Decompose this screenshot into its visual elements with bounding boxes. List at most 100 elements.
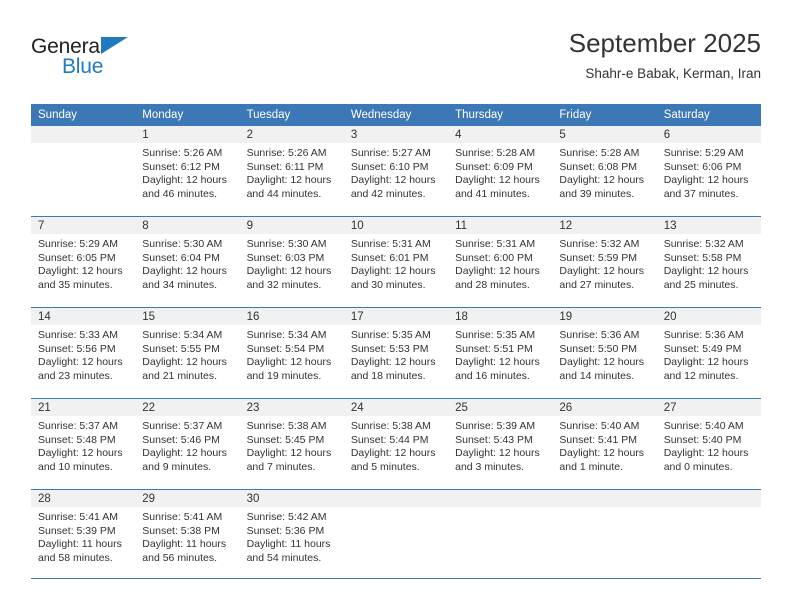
day-cell-inner: 16 Sunrise: 5:34 AM Sunset: 5:54 PM Dayligh… bbox=[239, 308, 344, 398]
day-cell-inner: 29 Sunrise: 5:41 AM Sunset: 5:38 PM Dayligh… bbox=[135, 490, 240, 578]
calendar-day-cell[interactable]: 17 Sunrise: 5:35 AM Sunset: 5:53 PM Dayligh… bbox=[343, 307, 449, 399]
calendar-day-cell[interactable]: 16 Sunrise: 5:34 AM Sunset: 5:54 PM Dayligh… bbox=[239, 307, 344, 399]
calendar-day-cell[interactable]: 20 Sunrise: 5:36 AM Sunset: 5:49 PM Dayligh… bbox=[656, 307, 761, 399]
calendar-day-cell[interactable]: 25 Sunrise: 5:39 AM Sunset: 5:43 PM Dayligh… bbox=[448, 398, 553, 490]
sunrise-text: Sunrise: 5:27 AM bbox=[350, 147, 431, 159]
daylight-text-line2: and 44 minutes. bbox=[246, 187, 322, 200]
sunrise-text: Sunrise: 5:32 AM bbox=[663, 238, 744, 250]
calendar-day-cell[interactable]: 11 Sunrise: 5:31 AM Sunset: 6:00 PM Dayligh… bbox=[448, 216, 553, 308]
calendar-day-cell[interactable]: 24 Sunrise: 5:38 AM Sunset: 5:44 PM Dayligh… bbox=[343, 398, 449, 490]
sunrise-text: Sunrise: 5:30 AM bbox=[246, 238, 327, 250]
calendar-day-cell[interactable]: 19 Sunrise: 5:36 AM Sunset: 5:50 PM Dayligh… bbox=[552, 307, 657, 399]
daylight-text-line1: Daylight: 11 hours bbox=[142, 538, 227, 551]
day-number bbox=[656, 490, 761, 507]
daylight-text-line2: and 0 minutes. bbox=[663, 460, 733, 473]
calendar-day-cell[interactable]: 14 Sunrise: 5:33 AM Sunset: 5:56 PM Dayligh… bbox=[31, 307, 136, 399]
day-cell-inner bbox=[552, 490, 657, 578]
calendar-day-cell[interactable]: 23 Sunrise: 5:38 AM Sunset: 5:45 PM Dayligh… bbox=[239, 398, 344, 490]
calendar-day-cell[interactable]: 30 Sunrise: 5:42 AM Sunset: 5:36 PM Dayligh… bbox=[239, 489, 344, 579]
day-number: 22 bbox=[135, 399, 240, 416]
calendar-day-cell bbox=[656, 489, 761, 579]
weekday-header-tuesday: Tuesday bbox=[239, 104, 344, 126]
day-details: Sunrise: 5:36 AM Sunset: 5:49 PM Daylight:… bbox=[657, 325, 761, 383]
daylight-text-line1: Daylight: 12 hours bbox=[663, 174, 749, 187]
calendar-day-cell[interactable]: 4 Sunrise: 5:28 AM Sunset: 6:09 PM Daylight… bbox=[448, 126, 553, 217]
daylight-text-line2: and 12 minutes. bbox=[663, 369, 739, 382]
calendar-day-cell[interactable]: 1 Sunrise: 5:26 AM Sunset: 6:12 PM Daylight… bbox=[135, 126, 240, 217]
daylight-text-line2: and 1 minute. bbox=[559, 460, 624, 473]
day-cell-inner: 9 Sunrise: 5:30 AM Sunset: 6:03 PM Daylight… bbox=[239, 217, 344, 307]
daylight-text-line2: and 46 minutes. bbox=[142, 187, 217, 200]
sunrise-text: Sunrise: 5:39 AM bbox=[455, 420, 536, 432]
daylight-text-line2: and 14 minutes. bbox=[559, 369, 635, 382]
calendar-day-cell[interactable]: 3 Sunrise: 5:27 AM Sunset: 6:10 PM Daylight… bbox=[343, 126, 449, 217]
sunrise-text: Sunrise: 5:30 AM bbox=[142, 238, 223, 250]
calendar-day-cell[interactable]: 13 Sunrise: 5:32 AM Sunset: 5:58 PM Dayligh… bbox=[656, 216, 761, 308]
page-subtitle: Shahr-e Babak, Kerman, Iran bbox=[585, 66, 761, 81]
daylight-text-line1: Daylight: 12 hours bbox=[663, 447, 749, 460]
calendar-day-cell[interactable]: 26 Sunrise: 5:40 AM Sunset: 5:41 PM Dayligh… bbox=[552, 398, 657, 490]
daylight-text-line2: and 35 minutes. bbox=[38, 278, 113, 291]
day-cell-inner: 30 Sunrise: 5:42 AM Sunset: 5:36 PM Dayligh… bbox=[239, 490, 344, 578]
day-cell-inner: 19 Sunrise: 5:36 AM Sunset: 5:50 PM Dayligh… bbox=[552, 308, 657, 398]
calendar-day-cell[interactable]: 5 Sunrise: 5:28 AM Sunset: 6:08 PM Daylight… bbox=[552, 126, 657, 217]
calendar-day-cell[interactable]: 22 Sunrise: 5:37 AM Sunset: 5:46 PM Dayligh… bbox=[135, 398, 240, 490]
day-number: 28 bbox=[31, 490, 136, 507]
day-number: 17 bbox=[343, 308, 449, 325]
daylight-text-line1: Daylight: 12 hours bbox=[350, 265, 436, 278]
calendar-day-cell[interactable]: 29 Sunrise: 5:41 AM Sunset: 5:38 PM Dayligh… bbox=[135, 489, 240, 579]
sunrise-text: Sunrise: 5:35 AM bbox=[350, 329, 431, 341]
calendar-day-cell[interactable]: 15 Sunrise: 5:34 AM Sunset: 5:55 PM Dayligh… bbox=[135, 307, 240, 399]
day-number: 3 bbox=[343, 126, 449, 143]
generalblue-logo[interactable]: General Blue bbox=[31, 28, 151, 80]
calendar-day-cell[interactable]: 10 Sunrise: 5:31 AM Sunset: 6:01 PM Dayligh… bbox=[343, 216, 449, 308]
calendar-day-cell[interactable]: 8 Sunrise: 5:30 AM Sunset: 6:04 PM Daylight… bbox=[135, 216, 240, 308]
weekday-header-saturday: Saturday bbox=[656, 104, 761, 126]
daylight-text-line2: and 41 minutes. bbox=[455, 187, 530, 200]
daylight-text-line1: Daylight: 12 hours bbox=[455, 265, 540, 278]
sunrise-text: Sunrise: 5:32 AM bbox=[559, 238, 640, 250]
sunrise-text: Sunrise: 5:37 AM bbox=[38, 420, 118, 432]
calendar-day-cell[interactable]: 27 Sunrise: 5:40 AM Sunset: 5:40 PM Dayligh… bbox=[656, 398, 761, 490]
daylight-text-line2: and 25 minutes. bbox=[663, 278, 739, 291]
calendar-day-cell[interactable]: 7 Sunrise: 5:29 AM Sunset: 6:05 PM Daylight… bbox=[31, 216, 136, 308]
title-block: September 2025 Shahr-e Babak, Kerman, Ir… bbox=[569, 28, 761, 84]
day-details: Sunrise: 5:27 AM Sunset: 6:10 PM Daylight:… bbox=[344, 143, 448, 201]
day-details: Sunrise: 5:29 AM Sunset: 6:06 PM Daylight:… bbox=[657, 143, 761, 201]
daylight-text-line2: and 39 minutes. bbox=[559, 187, 635, 200]
day-number: 26 bbox=[552, 399, 657, 416]
day-cell-inner: 3 Sunrise: 5:27 AM Sunset: 6:10 PM Daylight… bbox=[343, 126, 449, 216]
day-cell-inner: 21 Sunrise: 5:37 AM Sunset: 5:48 PM Dayligh… bbox=[31, 399, 136, 489]
day-details: Sunrise: 5:30 AM Sunset: 6:03 PM Daylight:… bbox=[240, 234, 344, 292]
sunrise-text: Sunrise: 5:40 AM bbox=[559, 420, 640, 432]
day-cell-inner: 4 Sunrise: 5:28 AM Sunset: 6:09 PM Daylight… bbox=[448, 126, 553, 216]
sunrise-text: Sunrise: 5:36 AM bbox=[559, 329, 640, 341]
day-details: Sunrise: 5:40 AM Sunset: 5:41 PM Daylight:… bbox=[552, 416, 656, 474]
day-number: 10 bbox=[343, 217, 449, 234]
daylight-text-line1: Daylight: 12 hours bbox=[38, 265, 123, 278]
day-details: Sunrise: 5:35 AM Sunset: 5:51 PM Daylight:… bbox=[448, 325, 552, 383]
day-number: 21 bbox=[31, 399, 136, 416]
daylight-text-line2: and 54 minutes. bbox=[246, 551, 322, 564]
calendar-day-cell[interactable]: 21 Sunrise: 5:37 AM Sunset: 5:48 PM Dayligh… bbox=[31, 398, 136, 490]
daylight-text-line2: and 9 minutes. bbox=[142, 460, 212, 473]
day-cell-inner bbox=[31, 126, 136, 216]
day-cell-inner: 1 Sunrise: 5:26 AM Sunset: 6:12 PM Daylight… bbox=[135, 126, 240, 216]
calendar-day-cell[interactable]: 2 Sunrise: 5:26 AM Sunset: 6:11 PM Daylight… bbox=[239, 126, 344, 217]
calendar-day-cell[interactable]: 12 Sunrise: 5:32 AM Sunset: 5:59 PM Dayligh… bbox=[552, 216, 657, 308]
sunrise-text: Sunrise: 5:29 AM bbox=[663, 147, 744, 159]
calendar-day-cell[interactable]: 28 Sunrise: 5:41 AM Sunset: 5:39 PM Dayligh… bbox=[31, 489, 136, 579]
day-details bbox=[31, 143, 135, 147]
sunset-text: Sunset: 6:03 PM bbox=[246, 251, 325, 264]
sunrise-text: Sunrise: 5:28 AM bbox=[559, 147, 640, 159]
day-number: 30 bbox=[239, 490, 344, 507]
calendar-day-cell bbox=[552, 489, 657, 579]
daylight-text-line1: Daylight: 12 hours bbox=[246, 447, 332, 460]
sunrise-text: Sunrise: 5:26 AM bbox=[142, 147, 223, 159]
sunset-text: Sunset: 6:08 PM bbox=[559, 160, 638, 173]
calendar-day-cell[interactable]: 9 Sunrise: 5:30 AM Sunset: 6:03 PM Daylight… bbox=[239, 216, 344, 308]
sunset-text: Sunset: 6:12 PM bbox=[142, 160, 220, 173]
calendar-day-cell[interactable]: 6 Sunrise: 5:29 AM Sunset: 6:06 PM Daylight… bbox=[656, 126, 761, 217]
logo-triangle-icon bbox=[101, 37, 128, 54]
calendar-day-cell[interactable]: 18 Sunrise: 5:35 AM Sunset: 5:51 PM Dayligh… bbox=[448, 307, 553, 399]
